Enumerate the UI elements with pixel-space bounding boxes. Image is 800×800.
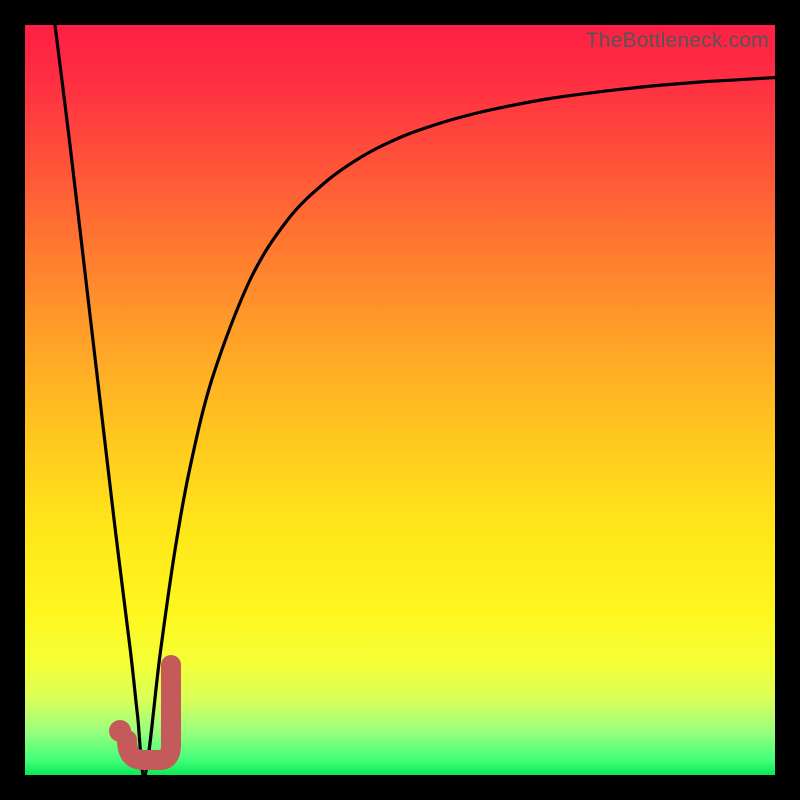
chart-frame: TheBottleneck.com <box>0 0 800 800</box>
callout-dot <box>109 720 131 742</box>
plot-area: TheBottleneck.com <box>25 25 775 775</box>
chart-svg <box>25 25 775 775</box>
